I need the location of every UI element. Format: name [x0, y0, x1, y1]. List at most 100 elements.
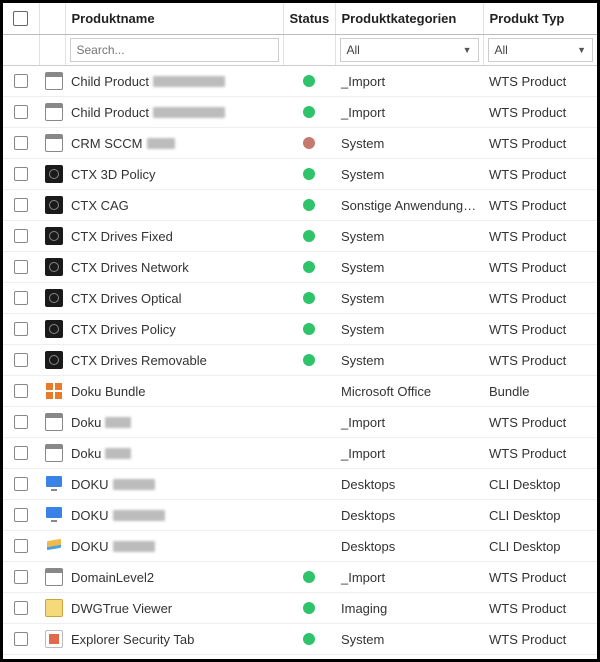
window-icon [45, 134, 63, 152]
window-icon [45, 103, 63, 121]
product-category: System [335, 624, 483, 655]
row-checkbox[interactable] [14, 105, 28, 119]
header-name[interactable]: Produktname [65, 3, 283, 35]
status-dot-green [303, 602, 315, 614]
type-filter-value: All [495, 43, 508, 57]
layers-icon [45, 537, 63, 555]
table-row[interactable]: CRM SCCM SystemWTS Product [3, 128, 597, 159]
row-checkbox[interactable] [14, 632, 28, 646]
select-all-checkbox[interactable] [13, 11, 28, 26]
product-name: CTX Drives Optical [71, 291, 182, 306]
window-icon [45, 72, 63, 90]
table-row[interactable]: Doku_ImportWTS Product [3, 407, 597, 438]
product-type: WTS Product [483, 593, 597, 624]
ctx-icon [45, 165, 63, 183]
table-row[interactable]: DOKUDesktopsCLI Desktop [3, 531, 597, 562]
product-category: Microsoft Office [335, 376, 483, 407]
table-row[interactable]: Child Product_ImportWTS Product [3, 97, 597, 128]
table-row[interactable]: D0-Operators Desktop_ImportWTS Product [3, 655, 597, 662]
row-checkbox[interactable] [14, 198, 28, 212]
row-checkbox[interactable] [14, 322, 28, 336]
header-type[interactable]: Produkt Typ [483, 3, 597, 35]
status-dot-green [303, 354, 315, 366]
row-checkbox[interactable] [14, 229, 28, 243]
table-row[interactable]: DomainLevel2_ImportWTS Product [3, 562, 597, 593]
row-checkbox[interactable] [14, 384, 28, 398]
chevron-down-icon: ▼ [577, 45, 586, 55]
header-category[interactable]: Produktkategorien [335, 3, 483, 35]
product-name: CTX 3D Policy [71, 167, 156, 182]
redacted-text [113, 510, 165, 521]
product-name: CRM SCCM [71, 136, 143, 151]
product-category: _Import [335, 655, 483, 662]
row-checkbox[interactable] [14, 601, 28, 615]
product-name: DWGTrue Viewer [71, 601, 172, 616]
product-type: WTS Product [483, 407, 597, 438]
filter-row: All ▼ All ▼ [3, 35, 597, 66]
product-type: CLI Desktop [483, 500, 597, 531]
table-row[interactable]: Doku BundleMicrosoft OfficeBundle [3, 376, 597, 407]
row-checkbox[interactable] [14, 415, 28, 429]
redacted-text [147, 138, 175, 149]
row-checkbox[interactable] [14, 291, 28, 305]
product-name: Child Product [71, 105, 149, 120]
product-type: WTS Product [483, 221, 597, 252]
status-dot-green [303, 106, 315, 118]
product-category: _Import [335, 438, 483, 469]
product-category: Desktops [335, 500, 483, 531]
table-row[interactable]: DOKUDesktopsCLI Desktop [3, 469, 597, 500]
product-type: WTS Product [483, 283, 597, 314]
redacted-text [153, 107, 225, 118]
status-dot-green [303, 230, 315, 242]
table-row[interactable]: Doku_ImportWTS Product [3, 438, 597, 469]
product-name: DOKU [71, 477, 109, 492]
product-name: DOKU [71, 508, 109, 523]
product-category: Desktops [335, 531, 483, 562]
product-table: Produktname Status Produktkategorien Pro… [3, 3, 597, 662]
table-row[interactable]: CTX Drives NetworkSystemWTS Product [3, 252, 597, 283]
row-checkbox[interactable] [14, 570, 28, 584]
row-checkbox[interactable] [14, 508, 28, 522]
table-row[interactable]: CTX Drives PolicySystemWTS Product [3, 314, 597, 345]
table-row[interactable]: CTX Drives RemovableSystemWTS Product [3, 345, 597, 376]
product-name: CTX CAG [71, 198, 129, 213]
product-name: DOKU [71, 539, 109, 554]
table-row[interactable]: Child Product_ImportWTS Product [3, 66, 597, 97]
product-type: WTS Product [483, 128, 597, 159]
table-row[interactable]: DOKU DesktopsCLI Desktop [3, 500, 597, 531]
row-checkbox[interactable] [14, 353, 28, 367]
product-category: Sonstige Anwendungen [335, 190, 483, 221]
redacted-text [113, 479, 155, 490]
ctx-icon [45, 227, 63, 245]
row-checkbox[interactable] [14, 260, 28, 274]
row-checkbox[interactable] [14, 167, 28, 181]
product-category: System [335, 128, 483, 159]
product-category: System [335, 221, 483, 252]
table-row[interactable]: DWGTrue ViewerImagingWTS Product [3, 593, 597, 624]
table-row[interactable]: CTX 3D PolicySystemWTS Product [3, 159, 597, 190]
table-row[interactable]: CTX Drives OpticalSystemWTS Product [3, 283, 597, 314]
product-category: Desktops [335, 469, 483, 500]
dwg-icon [45, 599, 63, 617]
search-input[interactable] [70, 38, 279, 62]
table-row[interactable]: Explorer Security TabSystemWTS Product [3, 624, 597, 655]
row-checkbox[interactable] [14, 74, 28, 88]
product-type: WTS Product [483, 345, 597, 376]
ctx-icon [45, 289, 63, 307]
table-row[interactable]: CTX CAGSonstige AnwendungenWTS Product [3, 190, 597, 221]
type-filter-dropdown[interactable]: All ▼ [488, 38, 594, 62]
status-dot-green [303, 323, 315, 335]
sec-icon [45, 630, 63, 648]
row-checkbox[interactable] [14, 136, 28, 150]
category-filter-dropdown[interactable]: All ▼ [340, 38, 479, 62]
product-name: Explorer Security Tab [71, 632, 194, 647]
row-checkbox[interactable] [14, 477, 28, 491]
header-status[interactable]: Status [283, 3, 335, 35]
row-checkbox[interactable] [14, 539, 28, 553]
product-name: CTX Drives Network [71, 260, 189, 275]
ctx-icon [45, 320, 63, 338]
row-checkbox[interactable] [14, 446, 28, 460]
product-type: Bundle [483, 376, 597, 407]
table-row[interactable]: CTX Drives FixedSystemWTS Product [3, 221, 597, 252]
window-icon [45, 568, 63, 586]
